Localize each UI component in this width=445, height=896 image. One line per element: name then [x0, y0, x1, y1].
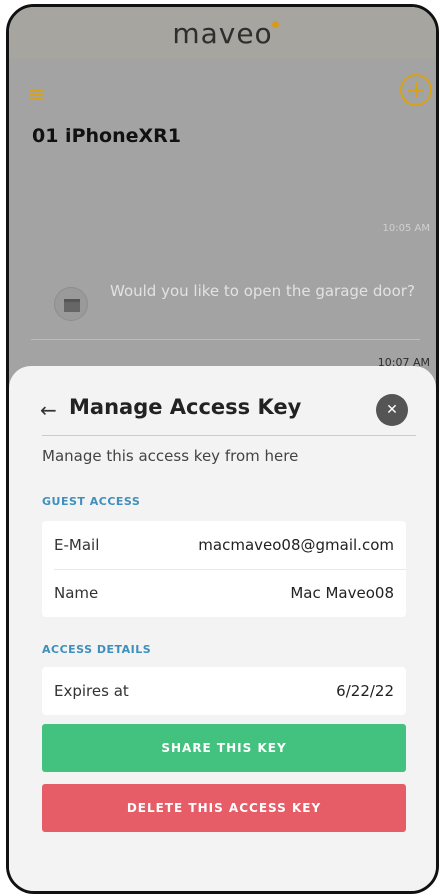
guest-access-label: GUEST ACCESS	[42, 495, 141, 508]
name-row: Name Mac Maveo08	[42, 569, 406, 617]
close-icon[interactable]: ✕	[376, 394, 408, 426]
app-header: maveo	[9, 7, 436, 59]
message-row[interactable]: Would you like to open the garage door?	[31, 275, 420, 340]
share-key-button[interactable]: SHARE THIS KEY	[42, 724, 406, 772]
sheet-header: ← Manage Access Key ✕	[27, 394, 418, 434]
garage-icon	[54, 287, 88, 321]
expires-value: 6/22/22	[336, 682, 394, 700]
message-text: Would you like to open the garage door?	[110, 282, 415, 300]
app-logo: maveo	[172, 17, 279, 50]
device-title: 01 iPhoneXR1	[32, 125, 181, 147]
timestamp: 10:05 AM	[382, 223, 430, 234]
name-value: Mac Maveo08	[290, 584, 394, 602]
delete-key-button[interactable]: DELETE THIS ACCESS KEY	[42, 784, 406, 832]
logo-dot	[271, 20, 279, 28]
expires-row: Expires at 6/22/22	[42, 667, 406, 715]
back-arrow-icon[interactable]: ←	[40, 398, 57, 422]
expires-label: Expires at	[54, 682, 129, 700]
sheet-title: Manage Access Key	[69, 395, 302, 419]
email-label: E-Mail	[54, 536, 100, 554]
name-label: Name	[54, 584, 99, 602]
add-circle-icon[interactable]	[400, 74, 432, 106]
header-divider	[42, 435, 416, 436]
email-row: E-Mail macmaveo08@gmail.com	[42, 521, 406, 569]
email-value: macmaveo08@gmail.com	[198, 536, 394, 554]
access-details-card: Expires at 6/22/22	[42, 667, 406, 715]
guest-access-card: E-Mail macmaveo08@gmail.com Name Mac Mav…	[42, 521, 406, 617]
access-details-label: ACCESS DETAILS	[42, 643, 152, 656]
phone-frame: maveo 01 iPhoneXR1 10:05 AM Would you li…	[6, 4, 439, 894]
menu-icon[interactable]	[29, 90, 43, 100]
sheet-subtitle: Manage this access key from here	[42, 447, 299, 465]
